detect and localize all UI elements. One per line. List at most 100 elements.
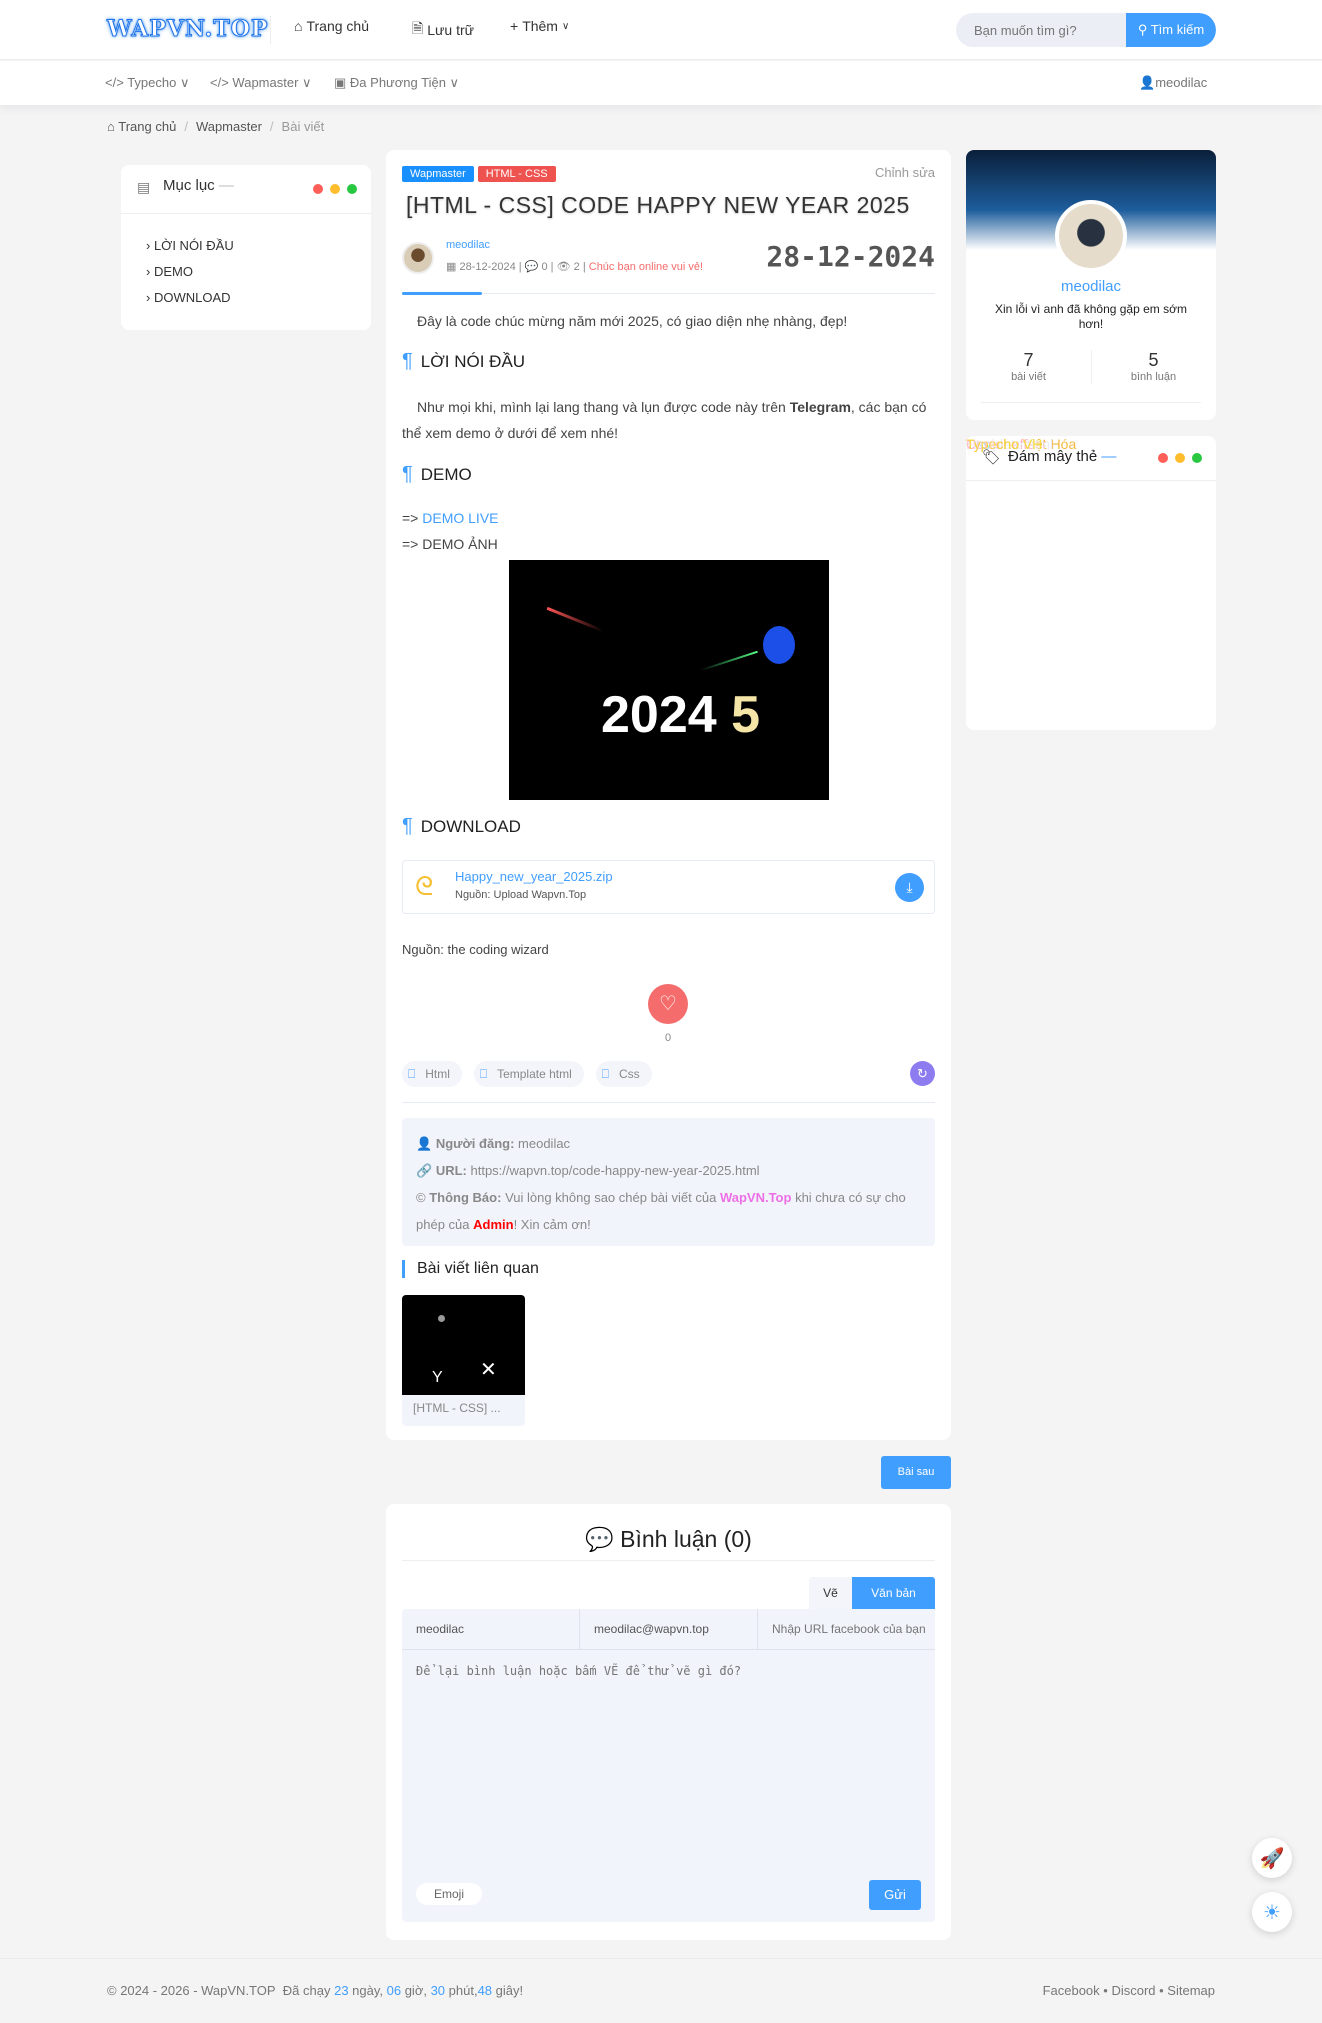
post-url-link[interactable]: https://wapvn.top/code-happy-new-year-20… [470,1163,759,1178]
toc-title-text: Mục lục [163,177,215,194]
heading-text: DOWNLOAD [420,816,521,836]
post-title: [HTML - CSS] CODE HAPPY NEW YEAR 2025 [406,192,910,218]
emoji-button[interactable]: Emoji [416,1883,483,1905]
greeting: Chúc bạn online vui vẻ! [588,261,704,273]
like-button[interactable]: ♡ [648,984,688,1024]
profile-bio: Xin lỗi vì anh đã không gặp em sớm hơn! [995,302,1187,331]
download-box: ᘓ Happy_new_year_2025.zip Nguồn: Upload … [402,860,935,914]
post-meta: ▦ 28-12-2024 | 💬 0 | 👁 2 | Chúc bạn onli… [446,261,704,273]
like-count: 0 [664,1032,672,1044]
category-tag[interactable]: HTML - CSS [477,166,556,182]
toc-item-label: LỜI NÓI ĐẦU [153,238,234,253]
calendar-list-icon: ▤ [137,179,151,195]
subnav-label: Typecho [127,75,177,90]
related-title: [HTML - CSS] ... [413,1401,501,1415]
home-icon: ⌂ [294,18,303,34]
code-icon: </> [105,75,124,90]
footer-link-facebook[interactable]: Facebook [1043,1983,1100,1998]
chevron-down-icon: ∨ [561,20,570,32]
post-date: 28-12-2024 [459,261,516,273]
tag-chip[interactable]: ⎕ Css [595,1061,652,1087]
related-post-card[interactable]: ✕ Y [HTML - CSS] ... [402,1295,525,1426]
demo-image: 2024 5 [509,560,829,800]
user-icon: 👤 [416,1136,433,1151]
subnav-wapmaster[interactable]: </> Wapmaster ∨ [210,75,312,91]
stat-comments: 5 bình luận [1130,350,1177,383]
search-icon: ⚲ [1137,22,1148,37]
subnav-typecho[interactable]: </> Typecho ∨ [105,75,189,91]
comments-icon: 💬 [585,1526,614,1552]
next-post-button[interactable]: Bài sau [881,1456,951,1489]
toc-item-label: DEMO [153,264,193,279]
email-input[interactable] [579,1609,757,1649]
bookmark-icon: ⎕ [408,1066,416,1081]
sun-icon: ☀ [1263,1901,1281,1924]
nav-archive[interactable]: 🗎 Lưu trữ [412,18,474,42]
demo-live-link[interactable]: DEMO LIVE [422,510,498,526]
tab-draw[interactable]: Vẽ [809,1577,852,1609]
images-icon: ▣ [334,75,347,90]
big-date: 28-12-2024 [766,240,935,273]
subnav-label: Đa Phương Tiện [349,75,446,90]
tab-text[interactable]: Văn bản [852,1577,935,1609]
divider [270,16,271,44]
nav-home[interactable]: ⌂ Trang chủ [294,18,369,34]
calendar-icon: ▦ [446,261,457,273]
tag-label: Template html [497,1067,572,1081]
user-icon: 👤 [1139,75,1156,90]
home-icon: ⌂ [107,119,115,134]
back-to-top-button[interactable]: 🚀 [1252,1838,1292,1878]
info-notice: © Thông Báo: Vui lòng không sao chép bài… [416,1190,906,1232]
copyright-icon: © [416,1190,426,1205]
pilcrow-icon: ¶ [402,815,413,837]
nav-more[interactable]: + Thêm ∨ [510,18,569,34]
toc-item[interactable]: › DEMO [146,259,234,285]
heading-text: LỜI NÓI ĐẦU [420,351,526,371]
tag-chip[interactable]: ⎕ Html [402,1061,462,1087]
download-icon: ⤓ [906,879,913,895]
heading-intro: ¶ LỜI NÓI ĐẦU [402,350,525,373]
refresh-button[interactable]: ↻ [910,1061,935,1086]
user-name: meodilac [1155,75,1208,90]
refresh-icon: ↻ [917,1066,928,1081]
search-input[interactable] [956,13,1126,47]
footer-link-discord[interactable]: Discord [1111,1983,1155,1998]
rocket-icon: 🚀 [1259,1847,1285,1870]
code-icon: </> [210,75,229,90]
comment-textarea[interactable] [402,1649,935,1849]
author-link[interactable]: meodilac [446,239,490,251]
profile-avatar[interactable] [1055,200,1127,272]
toc-item[interactable]: › DOWNLOAD [146,285,234,311]
download-button[interactable]: ⤓ [895,873,924,902]
heading-demo: ¶ DEMO [402,463,472,486]
send-button[interactable]: Gửi [869,1880,921,1910]
edit-link[interactable]: Chỉnh sửa [875,165,935,180]
toc-item[interactable]: › LỜI NÓI ĐẦU [146,233,234,259]
file-icon: 🗎 [412,20,424,36]
site-logo[interactable]: WAPVN.TOP [106,16,268,43]
subnav-media[interactable]: ▣ Đa Phương Tiện ∨ [334,75,459,91]
footer-link-sitemap[interactable]: Sitemap [1167,1983,1215,1998]
profile-name[interactable]: meodilac [966,278,1216,295]
name-input[interactable] [402,1609,579,1649]
author-avatar[interactable] [402,242,434,274]
pilcrow-icon: ¶ [402,463,413,485]
category-nav: </> Typecho ∨ </> Wapmaster ∨ ▣ Đa Phươn… [0,61,1322,105]
toc-card: ▤ Mục lục — › LỜI NÓI ĐẦU › DEMO › DOWNL… [121,165,371,330]
category-tag[interactable]: Wapmaster [402,166,474,182]
breadcrumb-category[interactable]: Wapmaster [196,119,262,134]
demo-image-label: => DEMO ẢNH [402,536,498,552]
search-button[interactable]: ⚲ Tìm kiếm [1126,13,1216,47]
theme-toggle-button[interactable]: ☀ [1252,1892,1292,1932]
user-link[interactable]: 👤meodilac [1139,75,1207,91]
breadcrumb-home[interactable]: ⌂ Trang chủ [107,119,176,134]
eye-icon: 👁 [556,261,571,273]
facebook-url-input[interactable] [757,1609,935,1649]
info-author: 👤 Người đăng: meodilac [416,1136,571,1151]
bookmark-icon: ⎕ [601,1066,609,1081]
comments-card: 💬 Bình luận (0) Vẽ Văn bản Emoji Gửi [386,1504,951,1940]
tag-chip[interactable]: ⎕ Template html [473,1061,584,1087]
top-header: WAPVN.TOP ⌂Trang chủ 🗎Lưu trữ +Thêm∨ ⚲ T… [0,0,1322,60]
file-name-link[interactable]: Happy_new_year_2025.zip [455,869,613,884]
post-card: Wapmaster HTML - CSS Chỉnh sửa [HTML - C… [386,150,951,1440]
